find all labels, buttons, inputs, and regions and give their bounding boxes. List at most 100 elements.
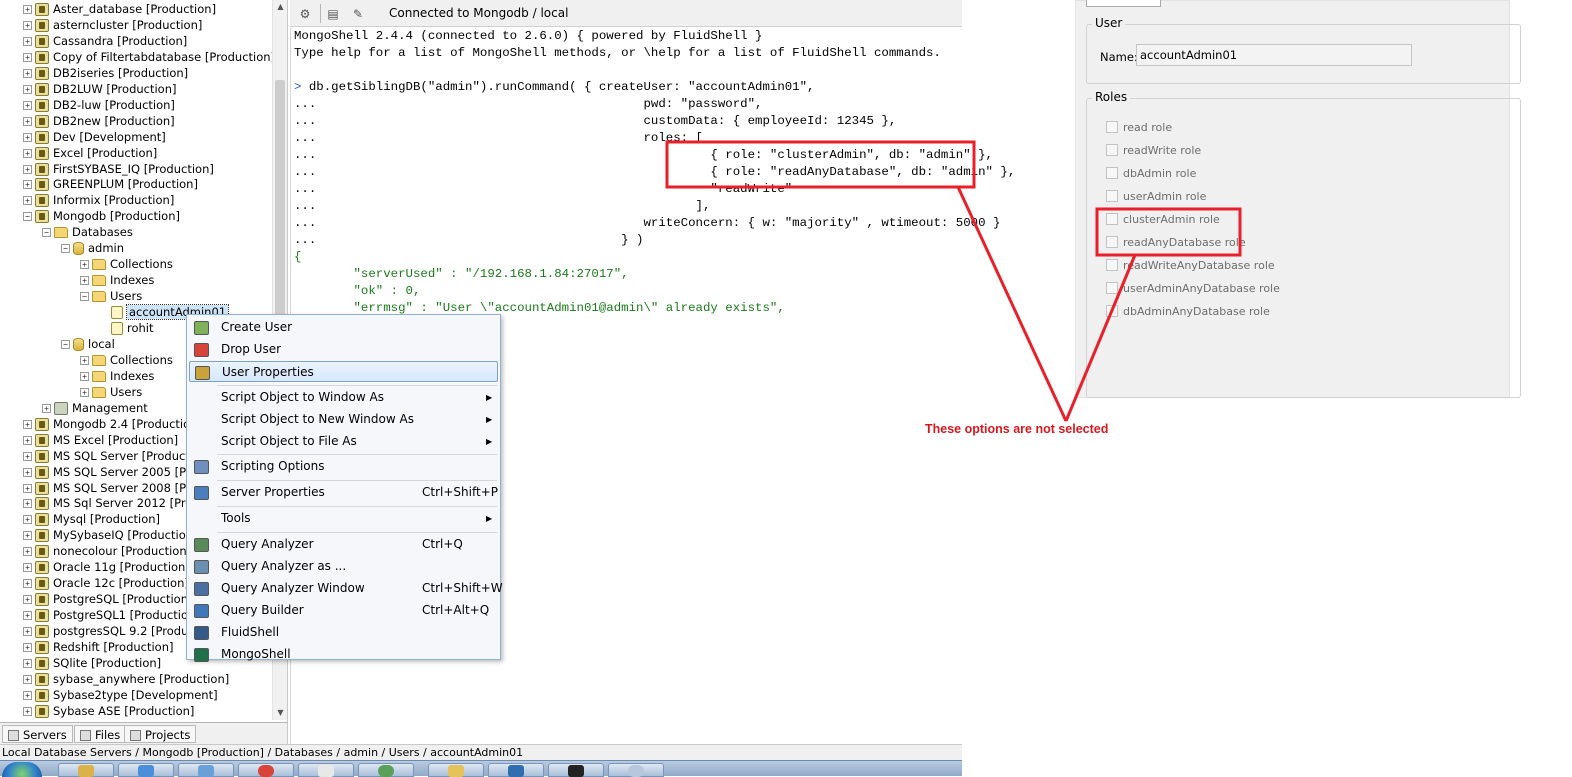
menu-item-script-object-to-new-window-as[interactable]: Script Object to New Window As ▶ — [189, 409, 498, 430]
connect-icon[interactable]: ⚙ — [295, 4, 315, 23]
taskbar-app-7[interactable] — [428, 763, 484, 777]
expand-icon[interactable]: + — [23, 611, 32, 621]
expand-icon[interactable]: + — [23, 690, 32, 700]
role-checkbox-dbadminanydatabase-role[interactable]: dbAdminAnyDatabase role — [1106, 304, 1270, 320]
expand-icon[interactable]: + — [80, 355, 89, 365]
expand-icon[interactable]: + — [23, 547, 32, 557]
expand-icon[interactable]: + — [23, 164, 32, 174]
tree-item[interactable]: − Databases — [42, 224, 133, 240]
expand-icon[interactable]: + — [23, 116, 32, 126]
taskbar-app-6[interactable] — [358, 763, 414, 777]
tree-item[interactable]: + Collections — [80, 256, 173, 272]
execute-icon[interactable]: ✎ — [348, 4, 368, 23]
tree-item[interactable]: + MS SQL Server [Production] — [23, 448, 212, 464]
expand-icon[interactable]: + — [23, 563, 32, 573]
menu-item-query-analyzer[interactable]: Query Analyzer Ctrl+Q — [189, 534, 498, 555]
collapse-icon[interactable]: − — [80, 292, 89, 302]
tree-item[interactable]: + DB2new [Production] — [23, 113, 175, 129]
tree-item[interactable]: + Dev [Development] — [23, 129, 166, 145]
menu-item-server-properties[interactable]: Server Properties Ctrl+Shift+P — [189, 482, 498, 503]
role-checkbox-dbadmin-role[interactable]: dbAdmin role — [1106, 166, 1196, 182]
role-checkbox-readwrite-role[interactable]: readWrite role — [1106, 143, 1201, 159]
expand-icon[interactable]: + — [23, 515, 32, 525]
tree-item[interactable]: + nonecolour [Production] — [23, 543, 191, 559]
expand-icon[interactable]: + — [23, 5, 32, 14]
tab-servers[interactable]: Servers — [2, 725, 73, 743]
tree-item[interactable]: + Mongodb 2.4 [Production] — [23, 416, 202, 432]
checkbox-icon[interactable] — [1106, 305, 1118, 317]
tree-item[interactable]: + Cassandra [Production] — [23, 33, 187, 49]
role-checkbox-read-role[interactable]: read role — [1106, 120, 1172, 136]
menu-item-script-object-to-window-as[interactable]: Script Object to Window As ▶ — [189, 387, 498, 408]
role-checkbox-clusteradmin-role[interactable]: clusterAdmin role — [1106, 212, 1220, 228]
tree-item[interactable]: + PostgreSQL [Production] — [23, 591, 192, 607]
tree-item[interactable]: + DB2-luw [Production] — [23, 97, 175, 113]
collapse-icon[interactable]: − — [42, 228, 51, 238]
expand-icon[interactable]: + — [23, 658, 32, 668]
start-button[interactable] — [2, 762, 42, 777]
expand-icon[interactable]: + — [23, 52, 32, 62]
menu-item-scripting-options[interactable]: Scripting Options — [189, 456, 498, 477]
checkbox-icon[interactable] — [1106, 190, 1118, 202]
tree-item[interactable]: + DB2iseries [Production] — [23, 65, 188, 81]
taskbar-app-5[interactable] — [298, 763, 354, 777]
expand-icon[interactable]: + — [23, 419, 32, 429]
checkbox-icon[interactable] — [1106, 144, 1118, 156]
scroll-up-arrow-icon[interactable]: ▲ — [273, 0, 288, 14]
expand-icon[interactable]: + — [23, 531, 32, 541]
name-field[interactable] — [1136, 44, 1412, 66]
expand-icon[interactable]: + — [80, 371, 89, 381]
expand-icon[interactable]: + — [80, 260, 89, 270]
menu-item-fluidshell[interactable]: FluidShell — [189, 622, 498, 643]
menu-item-query-analyzer-window[interactable]: Query Analyzer Window Ctrl+Shift+W — [189, 578, 503, 599]
tree-item[interactable]: − admin — [61, 240, 124, 256]
tree-item[interactable]: − Mongodb [Production] — [23, 208, 180, 224]
menu-item-query-analyzer-as[interactable]: Query Analyzer as ... — [189, 556, 498, 577]
taskbar-app-2[interactable] — [118, 763, 174, 777]
taskbar-app-3[interactable] — [178, 763, 234, 777]
expand-icon[interactable]: + — [23, 132, 32, 142]
role-checkbox-useradminanydatabase-role[interactable]: userAdminAnyDatabase role — [1106, 281, 1280, 297]
menu-item-query-builder[interactable]: Query Builder Ctrl+Alt+Q — [189, 600, 498, 621]
tree-item[interactable]: + MySybaseIQ [Production] — [23, 527, 198, 543]
tree-item[interactable]: + Redshift [Production] — [23, 639, 174, 655]
expand-icon[interactable]: + — [23, 435, 32, 445]
expand-icon[interactable]: + — [23, 196, 32, 206]
taskbar-app-1[interactable] — [58, 763, 114, 777]
tab-files[interactable]: Files — [74, 725, 127, 743]
expand-icon[interactable]: + — [80, 276, 89, 286]
expand-icon[interactable]: + — [23, 36, 32, 46]
tree-item[interactable]: + DB2LUW [Production] — [23, 81, 177, 97]
menu-item-tools[interactable]: Tools ▶ — [189, 508, 498, 529]
expand-icon[interactable]: + — [23, 579, 32, 589]
expand-icon[interactable]: + — [23, 674, 32, 684]
properties-tab[interactable] — [1086, 0, 1161, 7]
taskbar-app-chrome[interactable] — [238, 763, 294, 777]
collapse-icon[interactable]: − — [61, 339, 70, 349]
checkbox-icon[interactable] — [1106, 167, 1118, 179]
tree-item[interactable]: + Indexes — [80, 368, 154, 384]
tree-item[interactable]: + sybase_anywhere [Production] — [23, 671, 229, 687]
checkbox-icon[interactable] — [1106, 282, 1118, 294]
menu-item-create-user[interactable]: Create User — [189, 317, 498, 338]
tree-item[interactable]: + Management — [42, 400, 148, 416]
role-checkbox-readwriteanydatabase-role[interactable]: readWriteAnyDatabase role — [1106, 258, 1275, 274]
collapse-icon[interactable]: − — [61, 244, 70, 254]
expand-icon[interactable]: + — [42, 403, 51, 413]
clipboard-icon[interactable]: ▤ — [323, 4, 343, 23]
expand-icon[interactable]: + — [23, 483, 32, 493]
tree-item[interactable]: − Users — [80, 288, 142, 304]
checkbox-icon[interactable] — [1106, 213, 1118, 225]
scroll-down-arrow-icon[interactable]: ▼ — [273, 706, 288, 720]
expand-icon[interactable]: + — [23, 68, 32, 78]
menu-item-user-properties[interactable]: User Properties — [189, 360, 498, 382]
expand-icon[interactable]: + — [23, 180, 32, 190]
tree-item[interactable]: + PostgreSQL1 [Production] — [23, 607, 200, 623]
menu-item-mongoshell[interactable]: MongoShell — [189, 644, 498, 665]
tree-item[interactable]: + Oracle 11g [Production] — [23, 559, 190, 575]
tree-item[interactable]: + Excel [Production] — [23, 145, 157, 161]
tree-item[interactable]: + Copy of Filtertabdatabase [Production] — [23, 49, 272, 65]
role-checkbox-useradmin-role[interactable]: userAdmin role — [1106, 189, 1206, 205]
taskbar-app-8[interactable] — [488, 763, 544, 777]
tree-item[interactable]: + Sybase ASE [Production] — [23, 703, 194, 719]
